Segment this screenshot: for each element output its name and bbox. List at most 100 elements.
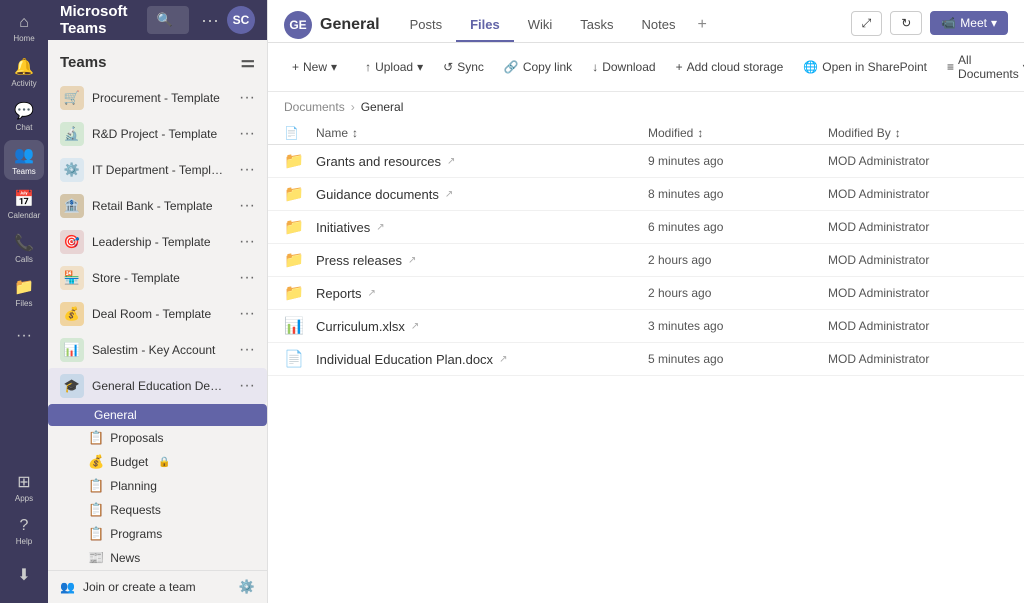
general-edu-more[interactable]: ··· bbox=[235, 375, 259, 397]
general-edu-icon: 🎓 bbox=[60, 374, 84, 398]
procurement-more[interactable]: ··· bbox=[235, 87, 259, 109]
new-button[interactable]: + New ▾ bbox=[284, 56, 345, 78]
it-name: IT Department - Template bbox=[92, 163, 227, 177]
add-tab-button[interactable]: + bbox=[689, 8, 714, 42]
dealroom-more[interactable]: ··· bbox=[235, 303, 259, 325]
sidebar: Microsoft Teams 🔍 ··· SC Teams ⚌ 🛒 Procu… bbox=[48, 0, 268, 603]
chat-icon: 💬 bbox=[14, 101, 34, 121]
dealroom-icon: 💰 bbox=[60, 302, 84, 326]
file-modified-by: MOD Administrator bbox=[828, 286, 1008, 300]
tab-tasks[interactable]: Tasks bbox=[566, 9, 627, 42]
file-row[interactable]: 📁 Reports ↗ 2 hours ago MOD Administrato… bbox=[268, 277, 1024, 310]
join-create-team-button[interactable]: 👥 Join or create a team bbox=[60, 580, 196, 594]
add-cloud-button[interactable]: + Add cloud storage bbox=[668, 56, 792, 78]
sidebar-item-it[interactable]: ⚙️ IT Department - Template ··· bbox=[48, 152, 267, 188]
col-name[interactable]: Name ↕ bbox=[316, 126, 648, 140]
folder-icon: 📁 bbox=[284, 283, 316, 303]
search-box[interactable]: 🔍 bbox=[147, 6, 189, 34]
tab-files[interactable]: Files bbox=[456, 9, 514, 42]
rail-item-teams[interactable]: 👥 Teams bbox=[4, 140, 44, 180]
retail-name: Retail Bank - Template bbox=[92, 199, 227, 213]
download-rail-icon: ⬇ bbox=[17, 565, 30, 585]
expand-button[interactable]: ⤢ bbox=[851, 11, 883, 36]
sidebar-item-store[interactable]: 🏪 Store - Template ··· bbox=[48, 260, 267, 296]
channel-planning-label: Planning bbox=[110, 479, 157, 493]
sidebar-item-leadership[interactable]: 🎯 Leadership - Template ··· bbox=[48, 224, 267, 260]
rail-item-apps[interactable]: ⊞ Apps bbox=[4, 467, 44, 507]
meet-button[interactable]: 📹 Meet ▾ bbox=[930, 11, 1008, 35]
channel-general[interactable]: General bbox=[48, 404, 267, 426]
download-label: Download bbox=[602, 60, 655, 74]
channel-budget-label: Budget bbox=[110, 455, 148, 469]
channel-proposals[interactable]: 📋 Proposals bbox=[48, 426, 267, 450]
open-sharepoint-button[interactable]: 🌐 Open in SharePoint bbox=[795, 56, 935, 78]
store-more[interactable]: ··· bbox=[235, 267, 259, 289]
rail-label-files: Files bbox=[16, 299, 33, 308]
file-modified-by: MOD Administrator bbox=[828, 352, 1008, 366]
channel-requests[interactable]: 📋 Requests bbox=[48, 498, 267, 522]
randd-more[interactable]: ··· bbox=[235, 123, 259, 145]
rail-item-activity[interactable]: 🔔 Activity bbox=[4, 52, 44, 92]
filter-icon[interactable]: ⚌ bbox=[241, 52, 255, 72]
file-row[interactable]: 📁 Grants and resources ↗ 9 minutes ago M… bbox=[268, 145, 1024, 178]
copy-link-button[interactable]: 🔗 Copy link bbox=[496, 56, 580, 78]
left-rail: ⌂ Home 🔔 Activity 💬 Chat 👥 Teams 📅 Calen… bbox=[0, 0, 48, 603]
sidebar-item-randd[interactable]: 🔬 R&D Project - Template ··· bbox=[48, 116, 267, 152]
rail-label-help: Help bbox=[16, 537, 32, 546]
retail-more[interactable]: ··· bbox=[235, 195, 259, 217]
sidebar-item-salestim[interactable]: 📊 Salestim - Key Account ··· bbox=[48, 332, 267, 368]
tab-notes[interactable]: Notes bbox=[628, 9, 690, 42]
sidebar-item-general-edu[interactable]: 🎓 General Education Department - Tem... … bbox=[48, 368, 267, 404]
channel-budget[interactable]: 💰 Budget 🔒 bbox=[48, 450, 267, 474]
file-row[interactable]: 📁 Press releases ↗ 2 hours ago MOD Admin… bbox=[268, 244, 1024, 277]
leadership-more[interactable]: ··· bbox=[235, 231, 259, 253]
file-row[interactable]: 📁 Initiatives ↗ 6 minutes ago MOD Admini… bbox=[268, 211, 1024, 244]
sidebar-list: 🛒 Procurement - Template ··· 🔬 R&D Proje… bbox=[48, 80, 267, 570]
download-button[interactable]: ↓ Download bbox=[584, 56, 663, 78]
rail-item-download[interactable]: ⬇ bbox=[4, 555, 44, 595]
breadcrumb-parent[interactable]: Documents bbox=[284, 100, 345, 114]
sidebar-item-procurement[interactable]: 🛒 Procurement - Template ··· bbox=[48, 80, 267, 116]
refresh-button[interactable]: ↻ bbox=[890, 11, 922, 35]
rail-label-home: Home bbox=[13, 34, 34, 43]
col-modified-by[interactable]: Modified By ↕ bbox=[828, 126, 1008, 140]
col-modified[interactable]: Modified ↕ bbox=[648, 126, 828, 140]
file-name: Guidance documents ↗ bbox=[316, 187, 648, 202]
rail-item-calendar[interactable]: 📅 Calendar bbox=[4, 184, 44, 224]
all-documents-button[interactable]: ≡ All Documents ▾ bbox=[939, 49, 1024, 85]
calls-icon: 📞 bbox=[14, 233, 34, 253]
avatar[interactable]: SC bbox=[227, 6, 255, 34]
rail-label-activity: Activity bbox=[11, 79, 36, 88]
upload-button[interactable]: ↑ Upload ▾ bbox=[357, 56, 431, 78]
file-row[interactable]: 📊 Curriculum.xlsx ↗ 3 minutes ago MOD Ad… bbox=[268, 310, 1024, 343]
more-options-icon[interactable]: ··· bbox=[201, 10, 219, 31]
file-name: Initiatives ↗ bbox=[316, 220, 648, 235]
rail-item-home[interactable]: ⌂ Home bbox=[4, 8, 44, 48]
rail-item-more[interactable]: ··· bbox=[4, 316, 44, 356]
sync-label: Sync bbox=[457, 60, 484, 74]
sharepoint-icon: 🌐 bbox=[803, 60, 818, 74]
sync-button[interactable]: ↺ Sync bbox=[435, 56, 492, 78]
settings-icon[interactable]: ⚙️ bbox=[239, 579, 255, 595]
file-row[interactable]: 📁 Guidance documents ↗ 8 minutes ago MOD… bbox=[268, 178, 1024, 211]
col-icon: 📄 bbox=[284, 126, 316, 140]
channel-planning[interactable]: 📋 Planning bbox=[48, 474, 267, 498]
tab-posts[interactable]: Posts bbox=[396, 9, 457, 42]
channel-requests-label: Requests bbox=[110, 503, 161, 517]
breadcrumb-separator: › bbox=[351, 100, 355, 114]
it-more[interactable]: ··· bbox=[235, 159, 259, 181]
rail-item-files[interactable]: 📁 Files bbox=[4, 272, 44, 312]
file-row[interactable]: 📄 Individual Education Plan.docx ↗ 5 min… bbox=[268, 343, 1024, 376]
all-docs-icon: ≡ bbox=[947, 60, 954, 74]
sidebar-item-retail[interactable]: 🏦 Retail Bank - Template ··· bbox=[48, 188, 267, 224]
channel-programs[interactable]: 📋 Programs bbox=[48, 522, 267, 546]
calendar-icon: 📅 bbox=[14, 189, 34, 209]
file-modified-by: MOD Administrator bbox=[828, 187, 1008, 201]
rail-item-chat[interactable]: 💬 Chat bbox=[4, 96, 44, 136]
tab-wiki[interactable]: Wiki bbox=[514, 9, 567, 42]
channel-news[interactable]: 📰 News bbox=[48, 546, 267, 570]
sidebar-item-dealroom[interactable]: 💰 Deal Room - Template ··· bbox=[48, 296, 267, 332]
rail-item-calls[interactable]: 📞 Calls bbox=[4, 228, 44, 268]
rail-item-help[interactable]: ? Help bbox=[4, 511, 44, 551]
salestim-more[interactable]: ··· bbox=[235, 339, 259, 361]
